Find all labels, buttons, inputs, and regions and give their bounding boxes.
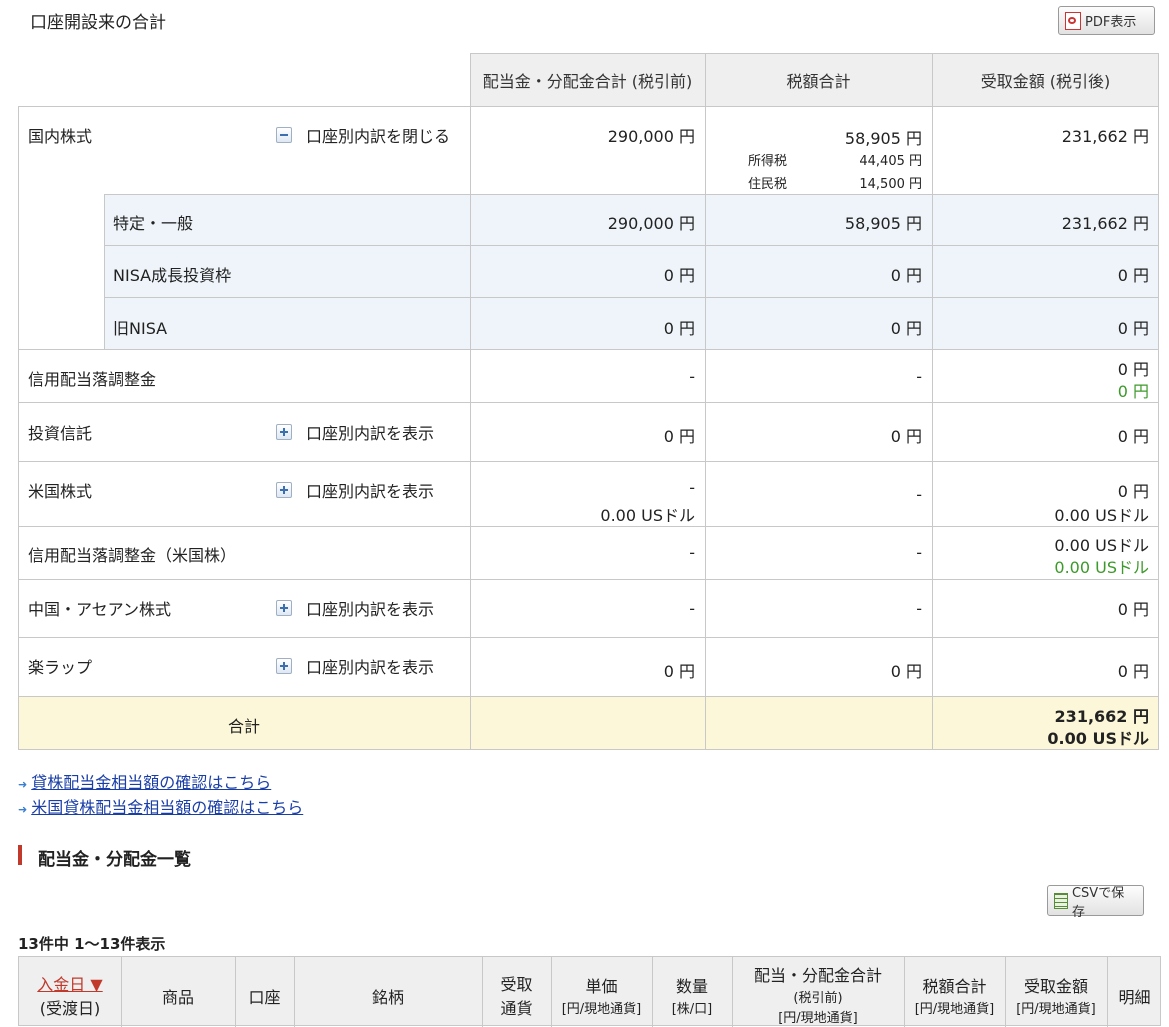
sub-label: 旧NISA (113, 319, 168, 338)
col-currency-2: 通貨 (500, 999, 533, 1018)
resident-tax-value: 14,500 円 (859, 177, 922, 192)
expand-icon (276, 482, 292, 498)
sub-tax: 58,905 円 (844, 214, 922, 233)
row-received-adjust: 0.00 USドル (1054, 558, 1149, 577)
sub-received: 0 円 (1117, 319, 1149, 338)
row-tax: 0 円 (890, 662, 922, 681)
header-pretax: 配当金・分配金合計 (税引前) (470, 53, 705, 106)
col-pretax-sub: (税引前) (793, 991, 843, 1006)
row-toggle[interactable]: 口座別内訳を表示 (276, 654, 434, 678)
sort-by-date[interactable]: 入金日 ▼ (37, 975, 102, 994)
resident-tax-label: 住民税 (748, 177, 788, 192)
row-tax: - (916, 543, 922, 562)
row-pretax: 0 円 (663, 427, 695, 446)
row-label: 信用配当落調整金（米国株） (28, 546, 237, 565)
row-pretax: - (689, 478, 695, 497)
sub-received: 231,662 円 (1061, 214, 1149, 233)
row-toggle[interactable]: 口座別内訳を表示 (276, 420, 434, 444)
expand-icon (276, 424, 292, 440)
sub-pretax: 0 円 (663, 319, 695, 338)
csv-save-button[interactable]: CSVで保存 (1047, 885, 1144, 920)
header-tax: 税額合計 (705, 53, 932, 106)
col-qty: 数量 (675, 977, 708, 996)
row-label: 信用配当落調整金 (28, 370, 157, 389)
row-pretax: - (689, 367, 695, 386)
row-tax: - (916, 599, 922, 618)
sub-received: 0 円 (1117, 266, 1149, 285)
total-received: 231,662 円 (1054, 707, 1149, 726)
col-tax: 税額合計 (922, 977, 987, 996)
expand-icon (276, 658, 292, 674)
col-pretax-sub2: [円/現地通貨] (778, 1011, 858, 1026)
col-unit-sub: [円/現地通貨] (561, 1002, 642, 1017)
result-count: 13件中 1〜13件表示 (18, 935, 166, 953)
col-account: 口座 (248, 988, 281, 1007)
row-pretax: - (689, 543, 695, 562)
row-toggle[interactable]: 口座別内訳を表示 (276, 478, 434, 502)
row-tax: 0 円 (890, 427, 922, 446)
domestic-received: 231,662 円 (1061, 127, 1149, 146)
row-tax: - (916, 367, 922, 386)
income-tax-value: 44,405 円 (859, 154, 922, 169)
row-label: 投資信託 (28, 424, 93, 443)
col-name: 銘柄 (371, 988, 404, 1007)
pdf-button[interactable]: PDF表示 (1058, 6, 1155, 35)
row-received-adjust: 0 円 (1117, 382, 1149, 401)
sub-label: NISA成長投資枠 (113, 266, 232, 285)
row-pretax: - (689, 599, 695, 618)
sub-label: 特定・一般 (113, 214, 194, 233)
row-label: 楽ラップ (28, 658, 93, 677)
expand-icon (276, 600, 292, 616)
row-received: 0 円 (1117, 427, 1149, 446)
dividend-list-header: 入金日 ▼ (受渡日) 商品 口座 銘柄 受取 通貨 単価 [円/現地通貨] 数… (18, 956, 1161, 1027)
col-tax-sub: [円/現地通貨] (914, 1002, 995, 1017)
row-tax: - (916, 485, 922, 504)
col-currency: 受取 (500, 975, 533, 994)
row-pretax: 0 円 (663, 662, 695, 681)
link-arrow-icon: ➜ (18, 803, 28, 816)
row-received: 0.00 USドル (1054, 536, 1149, 555)
link-arrow-icon: ➜ (18, 778, 28, 791)
row-label: 中国・アセアン株式 (28, 600, 172, 619)
sub-pretax: 0 円 (663, 266, 695, 285)
section-title: 配当金・分配金一覧 (38, 850, 191, 870)
sub-tax: 0 円 (890, 319, 922, 338)
section-marker (18, 845, 22, 865)
domestic-label: 国内株式 (28, 127, 93, 146)
col-detail: 明細 (1118, 988, 1151, 1007)
row-received: 0 円 (1117, 662, 1149, 681)
total-received-usd: 0.00 USドル (1047, 729, 1149, 748)
row-received: 0 円 (1117, 360, 1149, 379)
col-received-sub: [円/現地通貨] (1016, 1002, 1096, 1017)
date-sub: (受渡日) (39, 999, 101, 1018)
summary-table: 配当金・分配金合計 (税引前) 税額合計 受取金額 (税引後) 国内株式 口座別… (18, 53, 1159, 750)
col-received: 受取金額 (1023, 977, 1088, 996)
domestic-tax: 58,905 円 (844, 129, 922, 148)
domestic-toggle[interactable]: 口座別内訳を閉じる (276, 123, 450, 147)
pdf-icon (1065, 11, 1081, 30)
row-received: 0 円 (1117, 482, 1149, 501)
sub-pretax: 290,000 円 (607, 214, 695, 233)
us-lending-dividend-link[interactable]: ➜ 米国貸株配当金相当額の確認はこちら (18, 794, 303, 818)
row-received-usd: 0.00 USドル (1054, 506, 1149, 525)
spreadsheet-icon (1054, 892, 1068, 909)
page-title: 口座開設来の合計 (30, 13, 166, 33)
row-toggle[interactable]: 口座別内訳を表示 (276, 596, 434, 620)
total-label: 合計 (227, 717, 260, 736)
lending-dividend-link[interactable]: ➜ 貸株配当金相当額の確認はこちら (18, 769, 271, 793)
row-received: 0 円 (1117, 600, 1149, 619)
col-product: 商品 (161, 988, 194, 1007)
sub-tax: 0 円 (890, 266, 922, 285)
row-pretax-usd: 0.00 USドル (600, 506, 695, 525)
col-unit: 単価 (585, 977, 618, 996)
header-received: 受取金額 (税引後) (932, 53, 1159, 106)
col-pretax: 配当・分配金合計 (753, 966, 882, 985)
row-label: 米国株式 (28, 482, 93, 501)
income-tax-label: 所得税 (748, 154, 788, 169)
col-qty-sub: [株/口] (671, 1002, 713, 1017)
collapse-icon (276, 127, 292, 143)
domestic-pretax: 290,000 円 (607, 127, 695, 146)
